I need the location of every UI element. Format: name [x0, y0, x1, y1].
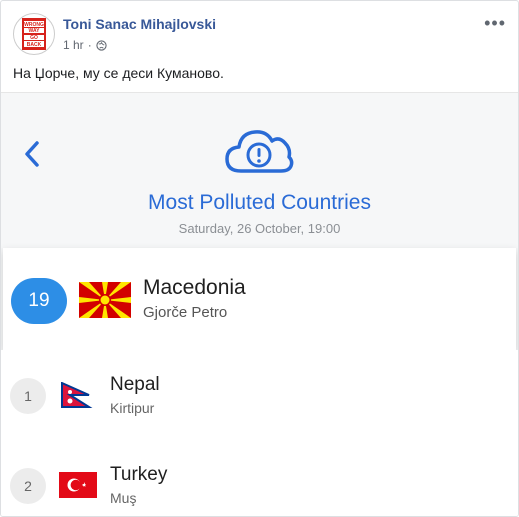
- globe-icon[interactable]: [96, 39, 107, 51]
- avatar[interactable]: WRONG WAY GO BACK: [13, 13, 55, 55]
- facebook-post: WRONG WAY GO BACK Toni Sanac Mihajlovski…: [0, 0, 519, 517]
- post-text: На Џорче, му се деси Куманово.: [13, 65, 224, 81]
- sign-text-4: BACK: [27, 42, 42, 48]
- country-name: Nepal: [110, 374, 160, 395]
- post-meta: 1 hr ·: [63, 38, 107, 52]
- list-item[interactable]: 1 Nepal Kirtipur: [1, 350, 518, 441]
- shared-screenshot[interactable]: Most Polluted Countries Saturday, 26 Oct…: [1, 92, 518, 516]
- more-options-icon[interactable]: •••: [484, 13, 506, 34]
- nepal-flag-icon: [59, 382, 97, 408]
- app-header: Most Polluted Countries Saturday, 26 Oct…: [1, 93, 518, 248]
- post-header: WRONG WAY GO BACK Toni Sanac Mihajlovski…: [13, 13, 506, 57]
- meta-separator: ·: [87, 38, 92, 52]
- back-chevron-icon: [25, 141, 39, 167]
- sign-text-3: GO: [30, 35, 38, 41]
- page-date: Saturday, 26 October, 19:00: [178, 221, 341, 236]
- page-title: Most Polluted Countries: [148, 191, 371, 214]
- rank-badge: 2: [10, 468, 46, 504]
- rank-badge: 1: [10, 378, 46, 414]
- wrong-way-sign-icon: WRONG WAY GO BACK: [22, 18, 46, 50]
- sign-text-2: WAY: [29, 28, 41, 34]
- country-name: Macedonia: [143, 276, 246, 299]
- post-time[interactable]: 1 hr: [63, 38, 84, 52]
- country-name: Turkey: [110, 464, 168, 485]
- author-name[interactable]: Toni Sanac Mihajlovski: [63, 16, 216, 32]
- cloud-alert-icon: [225, 130, 294, 173]
- highlighted-country-row: 19 Macedonia Gjorče Petro: [3, 248, 516, 350]
- city-name: Kirtipur: [110, 400, 155, 416]
- macedonia-flag-icon: [79, 282, 131, 318]
- rank-badge: 19: [11, 278, 67, 324]
- turkey-flag-icon: [59, 472, 97, 498]
- city-name: Gjorče Petro: [143, 304, 228, 321]
- list-item[interactable]: 2 Turkey Muş: [1, 440, 518, 516]
- city-name: Muş: [110, 490, 137, 506]
